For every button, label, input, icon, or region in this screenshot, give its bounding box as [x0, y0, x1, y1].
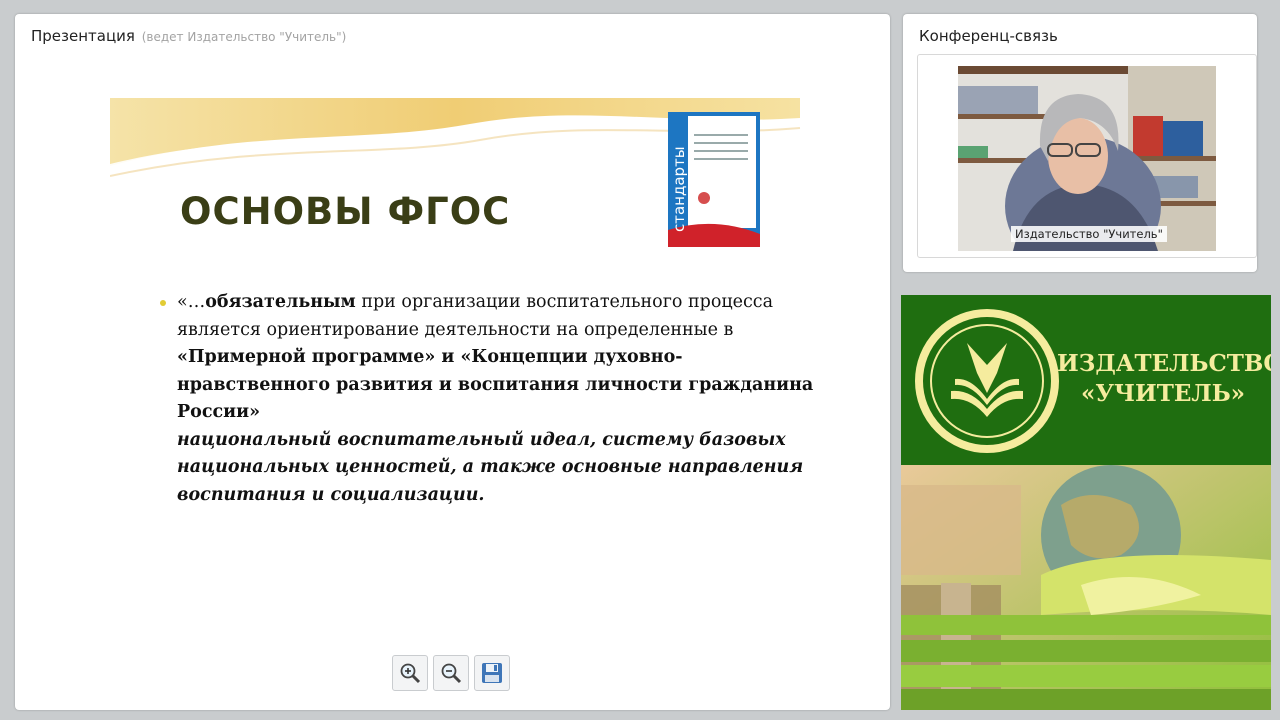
- video-frame: Издательство "Учитель": [917, 54, 1257, 258]
- conference-panel: Конференц-связь Издательство "Учитель": [903, 14, 1257, 272]
- brand-header: ИЗДАТЕЛЬСТВО «УЧИТЕЛЬ»: [901, 295, 1271, 465]
- brand-line-2: «УЧИТЕЛЬ»: [1080, 380, 1246, 407]
- zoom-in-button[interactable]: [392, 655, 428, 691]
- book-cover-image: стандарты: [668, 112, 760, 247]
- slide-body-text: «…обязательным при организации воспитате…: [177, 289, 817, 509]
- conference-title: Конференц-связь: [919, 27, 1058, 45]
- zoom-toolbar: [392, 655, 510, 691]
- slide-title: ОСНОВЫ ФГОС: [180, 190, 511, 233]
- publisher-banner: ИЗДАТЕЛЬСТВО «УЧИТЕЛЬ»: [901, 295, 1271, 710]
- bullet-dot: [160, 300, 166, 306]
- save-icon: [482, 663, 502, 683]
- slide: стандарты ОСНОВЫ ФГОС «…обязательным при…: [110, 96, 858, 640]
- presentation-panel-title: Презентация (ведет Издательство "Учитель…: [31, 27, 346, 45]
- brand-line-1: ИЗДАТЕЛЬСТВО: [1057, 350, 1271, 377]
- body-quote-open: «…: [177, 292, 206, 312]
- body-italic-text: национальный воспитательный идеал, систе…: [177, 429, 804, 505]
- brand-name: ИЗДАТЕЛЬСТВО «УЧИТЕЛЬ»: [1057, 349, 1271, 409]
- presentation-panel: Презентация (ведет Издательство "Учитель…: [15, 14, 890, 710]
- zoom-out-icon: [441, 663, 462, 684]
- presentation-subtitle: (ведет Издательство "Учитель"): [141, 30, 347, 44]
- body-bold-word: обязательным: [205, 292, 356, 312]
- zoom-in-icon: [400, 663, 421, 684]
- zoom-out-button[interactable]: [433, 655, 469, 691]
- presentation-title: Презентация: [31, 27, 135, 45]
- webcam-video[interactable]: Издательство "Учитель": [958, 66, 1216, 251]
- video-label: Издательство "Учитель": [1011, 226, 1167, 242]
- publisher-logo-icon: [915, 309, 1059, 453]
- svg-text:стандарты: стандарты: [670, 146, 688, 232]
- webcam-image: [958, 66, 1216, 251]
- body-bold-programs: «Примерной программе» и «Концепции духов…: [177, 347, 814, 422]
- books-globe-image: [901, 465, 1271, 710]
- save-button[interactable]: [474, 655, 510, 691]
